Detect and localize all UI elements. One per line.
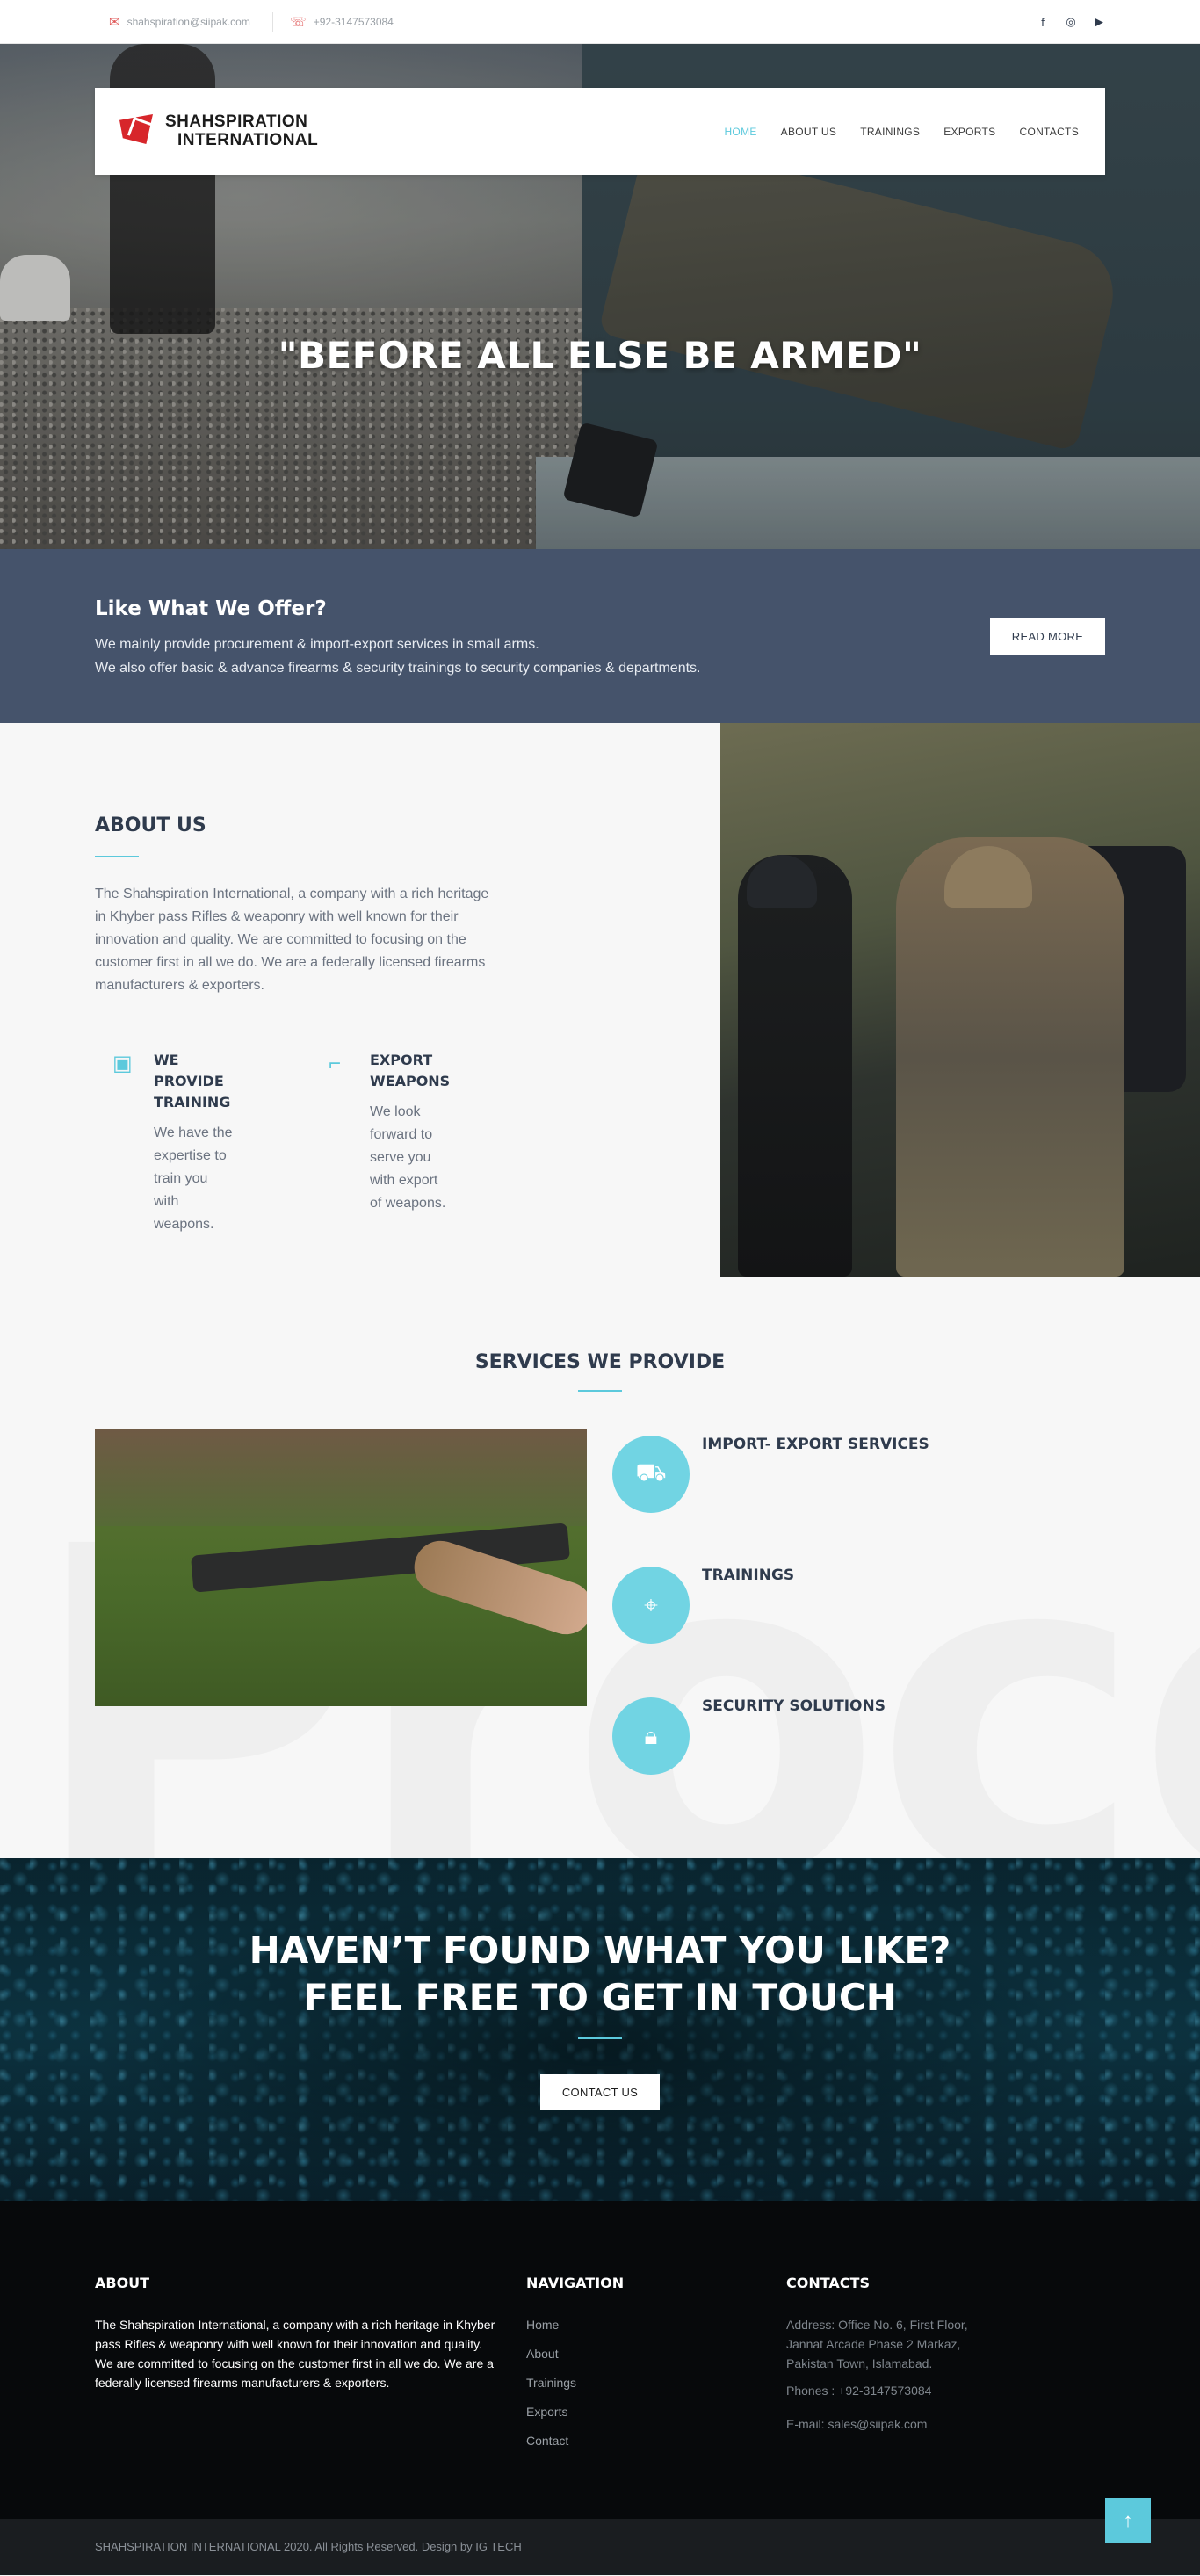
logo-text: SHAHSPIRATION INTERNATIONAL <box>165 112 318 149</box>
footer-nav-trainings[interactable]: Trainings <box>526 2373 576 2392</box>
about-photo-soldiers <box>720 723 1200 1277</box>
back-to-top-button[interactable]: ↑ <box>1105 2498 1151 2543</box>
about-title: ABOUT US <box>95 814 206 836</box>
topbar-phone-text: +92-3147573084 <box>313 16 394 28</box>
service-security-title: SECURITY SOLUTIONS <box>702 1697 886 1715</box>
services-title: SERVICES WE PROVIDE <box>474 1351 726 1373</box>
menu-item-contacts[interactable]: CONTACTS <box>1019 126 1079 138</box>
cart-icon: ⛟ <box>612 1436 690 1513</box>
footer-nav-exports[interactable]: Exports <box>526 2402 576 2421</box>
footer-email[interactable]: E-mail: sales@siipak.com <box>786 2417 927 2431</box>
footer: ABOUT The Shahspiration International, a… <box>0 2201 1200 2519</box>
feature-training-text: We have the expertise to train you with … <box>154 1125 233 1232</box>
footer-phones[interactable]: Phones : +92-3147573084 <box>786 2384 931 2398</box>
contact-us-button[interactable]: CONTACT US <box>540 2074 660 2110</box>
footer-about-text: The Shahspiration International, a compa… <box>95 2318 495 2390</box>
footer-contacts-title: CONTACTS <box>786 2275 870 2291</box>
lock-icon: 🔒︎ <box>612 1697 690 1775</box>
topbar-email[interactable]: ✉ shahspiration@siipak.com <box>109 0 250 44</box>
services-photo-rifle <box>95 1429 587 1706</box>
offer-line-1: We mainly provide procurement & import-e… <box>95 637 539 652</box>
offer-section: Like What We Offer? We mainly provide pr… <box>0 549 1200 723</box>
feature-export-text: We look forward to serve you with export… <box>370 1104 446 1211</box>
logo-mark-icon <box>119 111 160 151</box>
topbar-phone[interactable]: ☏ +92-3147573084 <box>290 0 394 44</box>
footer-nav-home[interactable]: Home <box>526 2315 576 2334</box>
youtube-icon[interactable]: ▶ <box>1093 15 1105 29</box>
hero-section: SHAHSPIRATION INTERNATIONAL HOME ABOUT U… <box>0 44 1200 549</box>
social-links: f ◎ ▶ <box>1037 0 1105 44</box>
hero-title: "BEFORE ALL ELSE BE ARMED" <box>278 334 922 377</box>
service-trainings-title: TRAININGS <box>702 1567 795 1584</box>
footer-address: Address: Office No. 6, First Floor, Jann… <box>786 2318 968 2370</box>
about-section: ABOUT US The Shahspiration International… <box>0 723 1200 1277</box>
cta-overlay <box>0 1858 1200 2201</box>
about-title-underline <box>95 856 139 857</box>
target-icon: ⌖ <box>612 1567 690 1644</box>
footer-about-title: ABOUT <box>95 2275 150 2291</box>
footer-nav: Home About Trainings Exports Contact <box>526 2315 576 2450</box>
cta-line-2: FEEL FREE TO GET IN TOUCH <box>303 1976 897 2019</box>
about-description: The Shahspiration International, a compa… <box>95 886 489 993</box>
topbar-divider <box>272 12 273 32</box>
menu-item-home[interactable]: HOME <box>724 126 756 138</box>
main-menu: HOME ABOUT US TRAININGS EXPORTS CONTACTS <box>724 88 1079 175</box>
logo-line2: INTERNATIONAL <box>177 131 319 149</box>
facebook-icon[interactable]: f <box>1037 16 1049 29</box>
services-title-underline <box>578 1390 622 1392</box>
cta-section: HAVEN’T FOUND WHAT YOU LIKE? FEEL FREE T… <box>0 1858 1200 2201</box>
cta-line-1: HAVEN’T FOUND WHAT YOU LIKE? <box>249 1928 951 1972</box>
menu-item-exports[interactable]: EXPORTS <box>943 126 995 138</box>
menu-item-trainings[interactable]: TRAININGS <box>860 126 920 138</box>
topbar-email-text: shahspiration@siipak.com <box>127 16 250 28</box>
service-import-export-title: IMPORT- EXPORT SERVICES <box>702 1436 929 1453</box>
copyright-text: SHAHSPIRATION INTERNATIONAL 2020. All Ri… <box>95 2540 522 2553</box>
top-bar: ✉ shahspiration@siipak.com ☏ +92-3147573… <box>0 0 1200 44</box>
building-icon: ▣ <box>112 1052 133 1075</box>
feature-export-title: EXPORT WEAPONS <box>370 1052 451 1089</box>
pistol-icon: ⌐ <box>329 1052 342 1075</box>
phone-icon: ☏ <box>290 15 307 30</box>
bottom-bar: SHAHSPIRATION INTERNATIONAL 2020. All Ri… <box>0 2498 1200 2575</box>
main-navbar: SHAHSPIRATION INTERNATIONAL HOME ABOUT U… <box>95 88 1105 175</box>
offer-title: Like What We Offer? <box>95 597 327 620</box>
footer-nav-title: NAVIGATION <box>526 2275 625 2291</box>
mail-icon: ✉ <box>109 15 120 30</box>
feature-export: ⌐ EXPORT WEAPONS We look forward to serv… <box>329 1050 452 1215</box>
footer-nav-contact[interactable]: Contact <box>526 2431 576 2450</box>
instagram-icon[interactable]: ◎ <box>1065 15 1077 29</box>
arrow-up-icon: ↑ <box>1123 2509 1133 2531</box>
feature-training: ▣ WE PROVIDE TRAINING We have the expert… <box>112 1050 235 1236</box>
feature-training-title: WE PROVIDE TRAINING <box>154 1052 231 1111</box>
menu-item-about-us[interactable]: ABOUT US <box>781 126 837 138</box>
read-more-button[interactable]: READ MORE <box>990 618 1105 655</box>
cta-underline <box>578 2037 622 2039</box>
offer-line-2: We also offer basic & advance firearms &… <box>95 661 701 676</box>
footer-nav-about[interactable]: About <box>526 2344 576 2363</box>
services-section: Proce SERVICES WE PROVIDE ⛟ IMPORT- EXPO… <box>0 1277 1200 1858</box>
logo-line1: SHAHSPIRATION <box>165 112 308 131</box>
site-logo[interactable]: SHAHSPIRATION INTERNATIONAL <box>119 111 318 151</box>
